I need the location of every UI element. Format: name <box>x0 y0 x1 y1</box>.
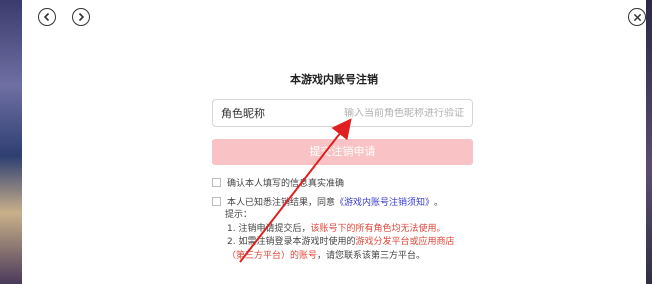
nickname-input[interactable] <box>317 107 464 119</box>
note-item-2-text: 2. 如需注销登录本游戏时使用的 <box>227 237 356 247</box>
deletion-terms-link[interactable]: 《游戏内账号注销须知》 <box>335 195 434 208</box>
submit-deletion-button[interactable]: 提交注销申请 <box>212 139 473 165</box>
page-title: 本游戏内账号注销 <box>290 73 378 86</box>
nickname-field[interactable]: 角色昵称 <box>212 99 473 127</box>
confirm-info-checkbox[interactable] <box>212 178 221 187</box>
note-item-2-warning: 游戏分发平台或应用商店 <box>355 237 455 247</box>
game-backdrop-left <box>0 0 22 284</box>
agree-terms-checkbox[interactable] <box>212 197 221 206</box>
close-button[interactable] <box>628 8 646 26</box>
confirm-info-row[interactable]: 确认本人填写的信息真实准确 <box>212 176 344 189</box>
notes-section: 提示： 1. 注销申请提交后，该账号下的所有角色均无法使用。 2. 如需注销登录… <box>225 209 454 263</box>
chevron-left-icon <box>43 12 50 22</box>
forward-button[interactable] <box>72 8 90 26</box>
agree-terms-suffix: 。 <box>434 198 444 208</box>
note-item-2: 2. 如需注销登录本游戏时使用的游戏分发平台或应用商店 <box>225 236 454 250</box>
note-item-2-cont: （第三方平台）的账号，请您联系该第三方平台。 <box>225 250 454 264</box>
back-button[interactable] <box>38 8 56 26</box>
note-item-1-warning: 该账号下的所有角色均无法使用。 <box>310 223 446 234</box>
note-item-1-text: 1. 注销申请提交后， <box>227 223 311 234</box>
agree-terms-row[interactable]: 本人已知悉注销结果，同意 《游戏内账号注销须知》 。 <box>212 195 443 208</box>
nickname-label: 角色昵称 <box>221 107 265 120</box>
note-item-2-suffix: ，请您联系该第三方平台。 <box>317 250 426 261</box>
account-deletion-panel: 本游戏内账号注销 角色昵称 提交注销申请 确认本人填写的信息真实准确 本人已知悉… <box>22 0 646 284</box>
note-item-2-warning-cont: （第三方平台）的账号 <box>227 250 318 261</box>
chevron-right-icon <box>78 12 85 22</box>
agree-terms-prefix: 本人已知悉注销结果，同意 <box>227 198 336 208</box>
note-item-1: 1. 注销申请提交后，该账号下的所有角色均无法使用。 <box>225 223 454 237</box>
notes-heading: 提示： <box>225 210 253 220</box>
close-icon <box>633 13 641 21</box>
confirm-info-label: 确认本人填写的信息真实准确 <box>227 179 345 189</box>
game-backdrop-right <box>646 0 652 284</box>
